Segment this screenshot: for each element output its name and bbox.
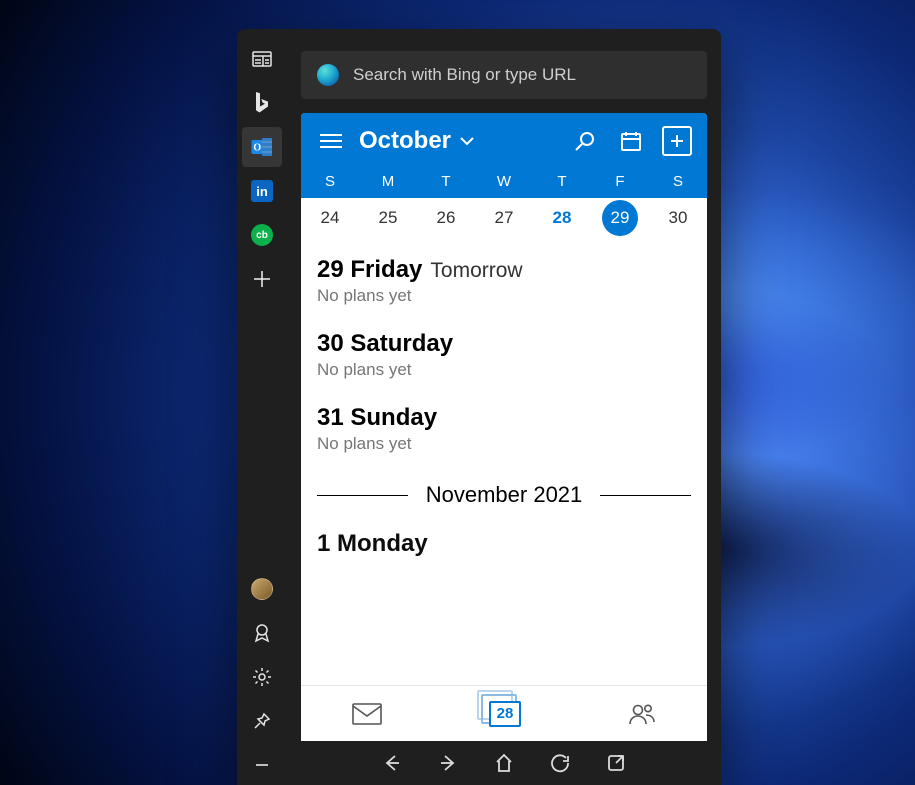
today-icon[interactable] (613, 123, 649, 159)
divider-line (600, 495, 691, 496)
month-label: October (359, 127, 451, 155)
agenda-day: 1 Monday (317, 530, 428, 558)
agenda-subtitle: Tomorrow (430, 259, 522, 283)
dow-cell: T (417, 173, 475, 190)
divider-line (317, 495, 408, 496)
dow-cell: T (533, 173, 591, 190)
agenda-item[interactable]: 30 Saturday No plans yet (301, 316, 707, 390)
month-divider: November 2021 (301, 464, 707, 516)
mail-icon[interactable] (352, 703, 382, 725)
search-input[interactable] (353, 65, 691, 85)
date-row: 24 25 26 27 28 29 30 (301, 198, 707, 242)
outlook-icon[interactable]: O (242, 127, 282, 167)
dow-cell: S (301, 173, 359, 190)
browser-nav-bar (287, 741, 721, 785)
calendar-tab-icon[interactable]: 28 (485, 698, 525, 730)
refresh-icon[interactable] (548, 751, 572, 775)
menu-icon[interactable] (313, 123, 349, 159)
footer-day-number: 28 (497, 705, 514, 722)
back-icon[interactable] (380, 751, 404, 775)
open-external-icon[interactable] (604, 751, 628, 775)
edge-sidebar-widget: O in cb (237, 29, 721, 785)
day-of-week-row: S M T W T F S (301, 169, 707, 198)
svg-text:O: O (253, 143, 261, 154)
linkedin-icon[interactable]: in (242, 171, 282, 211)
date-cell-today[interactable]: 28 (533, 208, 591, 228)
dow-cell: S (649, 173, 707, 190)
dow-cell: F (591, 173, 649, 190)
calendar-card: October (301, 113, 707, 741)
agenda-item[interactable]: 31 Sunday No plans yet (301, 390, 707, 464)
calendar-footer: 28 (301, 685, 707, 741)
agenda-note: No plans yet (317, 360, 691, 380)
date-cell[interactable]: 30 (649, 208, 707, 228)
divider-label: November 2021 (426, 482, 583, 508)
dow-cell: M (359, 173, 417, 190)
settings-icon[interactable] (242, 657, 282, 697)
agenda-item[interactable]: 1 Monday (301, 516, 707, 568)
people-icon[interactable] (628, 702, 656, 726)
agenda-day: 31 Sunday (317, 404, 437, 432)
main-column: October (287, 29, 721, 785)
agenda-note: No plans yet (317, 434, 691, 454)
date-cell[interactable]: 26 (417, 208, 475, 228)
date-cell-selected[interactable]: 29 (591, 208, 649, 228)
pin-icon[interactable] (242, 701, 282, 741)
calendar-header: October (301, 113, 707, 198)
news-icon[interactable] (242, 39, 282, 79)
month-picker[interactable]: October (359, 127, 475, 155)
new-event-button[interactable] (659, 123, 695, 159)
search-row (287, 29, 721, 113)
dow-cell: W (475, 173, 533, 190)
add-site-icon[interactable] (242, 259, 282, 299)
agenda-day: 29 Friday (317, 256, 422, 284)
date-cell[interactable]: 27 (475, 208, 533, 228)
crunchbase-icon[interactable]: cb (242, 215, 282, 255)
agenda-list[interactable]: 29 Friday Tomorrow No plans yet 30 Satur… (301, 242, 707, 685)
agenda-day: 30 Saturday (317, 330, 453, 358)
agenda-item[interactable]: 29 Friday Tomorrow No plans yet (301, 242, 707, 316)
edge-icon (317, 64, 339, 86)
avatar[interactable] (242, 569, 282, 609)
side-rail: O in cb (237, 29, 287, 785)
agenda-note: No plans yet (317, 286, 691, 306)
search-box[interactable] (301, 51, 707, 99)
home-icon[interactable] (492, 751, 516, 775)
bing-icon[interactable] (242, 83, 282, 123)
search-icon[interactable] (567, 123, 603, 159)
date-cell[interactable]: 25 (359, 208, 417, 228)
date-cell[interactable]: 24 (301, 208, 359, 228)
rewards-icon[interactable] (242, 613, 282, 653)
chevron-down-icon (459, 136, 475, 146)
forward-icon[interactable] (436, 751, 460, 775)
minimize-icon[interactable] (242, 745, 282, 785)
